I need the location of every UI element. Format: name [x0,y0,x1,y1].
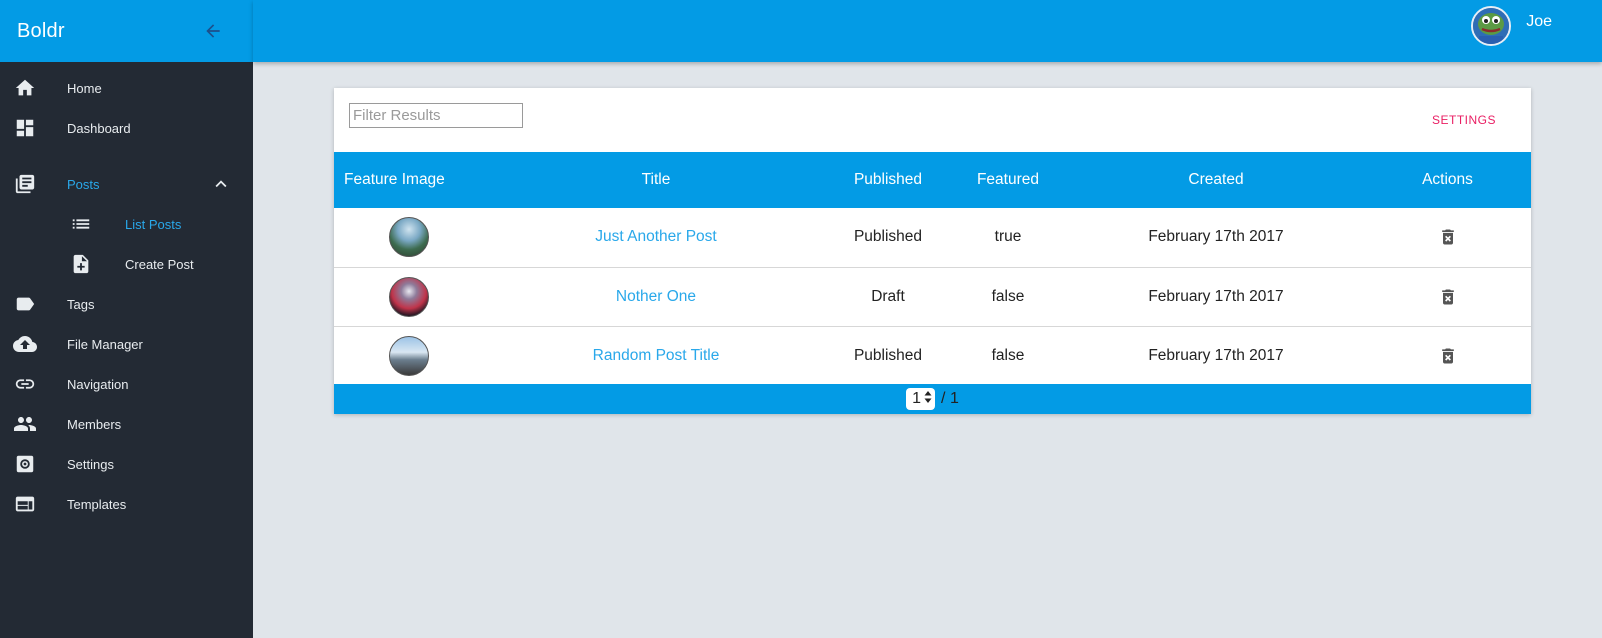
template-icon [13,492,37,516]
posts-table: Feature Image Title Published Featured C… [334,152,1531,386]
published-cell: Published [853,228,923,246]
posts-table-card: SETTINGS Feature Image Title Published F… [334,88,1531,414]
table-row[interactable]: Nother One Draft false February 17th 201… [334,267,1531,326]
column-header-actions: Actions [1422,171,1473,188]
sidebar-item-label: Members [67,416,122,432]
top-app-bar: Joe [253,0,1602,62]
table-header-row: Feature Image Title Published Featured C… [334,152,1531,208]
pagination-bar: 1 / 1 [334,384,1531,414]
actions-cell [1364,267,1531,326]
sidebar-item-home[interactable]: Home [0,68,253,108]
title-cell: Just Another Post [484,208,828,267]
tag-icon [13,292,37,316]
featured-cell: true [994,228,1022,246]
home-icon [13,76,37,100]
feature-image-cell [334,208,484,267]
page-select[interactable]: 1 [906,388,936,410]
page-select-value: 1 [912,390,922,407]
feature-image-thumbnail[interactable] [389,335,429,376]
sidebar-item-tags[interactable]: Tags [0,284,253,324]
title-cell: Nother One [484,267,828,326]
sidebar-item-label: Create Post [125,256,194,272]
sidebar-item-create-post[interactable]: Create Post [0,244,253,284]
settings-button[interactable]: SETTINGS [1427,108,1501,132]
cloud-upload-icon [13,332,37,356]
user-menu[interactable]: Joe [1471,6,1552,46]
sidebar-item-templates[interactable]: Templates [0,484,253,524]
post-title-link[interactable]: Random Post Title [593,347,720,364]
page-total: / 1 [941,390,959,407]
card-toolbar: SETTINGS [334,88,1531,152]
sidebar: Boldr Home Dashboard Posts List Posts Cr… [0,0,253,638]
spinner-arrows-icon [924,390,932,409]
avatar[interactable] [1471,6,1512,46]
table-row[interactable]: Random Post Title Published false Februa… [334,326,1531,385]
sidebar-item-file-manager[interactable]: File Manager [0,324,253,364]
sidebar-item-label: Navigation [67,376,129,392]
post-title-link[interactable]: Just Another Post [595,228,717,245]
sidebar-item-navigation[interactable]: Navigation [0,364,253,404]
people-icon [13,412,37,436]
delete-icon[interactable] [1437,286,1459,308]
post-title-link[interactable]: Nother One [616,288,696,305]
featured-cell: false [991,287,1025,305]
feature-image-cell [334,326,484,385]
sidebar-header: Boldr [0,0,253,62]
feature-image-thumbnail[interactable] [389,276,429,317]
title-cell: Random Post Title [484,326,828,385]
created-cell: February 17th 2017 [1148,228,1284,246]
feature-image-thumbnail[interactable] [389,217,429,258]
column-header-title[interactable]: Title [484,152,828,208]
featured-cell: false [991,346,1025,364]
link-icon [13,372,37,396]
sidebar-item-label: Templates [67,496,127,512]
sidebar-item-members[interactable]: Members [0,404,253,444]
sidebar-item-label: Dashboard [67,120,131,136]
delete-icon[interactable] [1437,226,1459,248]
sidebar-item-label: Posts [67,176,100,192]
sidebar-item-label: Tags [67,296,95,312]
sidebar-item-list-posts[interactable]: List Posts [0,204,253,244]
user-name[interactable]: Joe [1526,13,1552,31]
published-cell: Published [853,346,923,364]
posts-icon [13,172,37,196]
column-header-feature-image[interactable]: Feature Image [334,152,484,208]
sidebar-item-label: Home [67,80,102,96]
column-header-featured[interactable]: Featured [948,152,1068,208]
published-cell: Draft [871,287,905,305]
dashboard-icon [13,116,37,140]
create-post-icon [69,252,93,276]
created-cell: February 17th 2017 [1148,346,1284,364]
created-cell: February 17th 2017 [1148,287,1284,305]
sidebar-item-label: File Manager [67,336,143,352]
sidebar-nav: Home Dashboard Posts List Posts Create P… [0,62,253,524]
sidebar-item-label: List Posts [125,216,182,232]
list-icon [69,212,93,236]
filter-results-input[interactable] [349,103,523,128]
sidebar-item-posts[interactable]: Posts [0,164,253,204]
column-header-published[interactable]: Published [828,152,948,208]
column-header-created[interactable]: Created [1068,152,1364,208]
delete-icon[interactable] [1437,345,1459,367]
back-arrow-icon[interactable] [201,19,225,43]
sidebar-item-label: Settings [67,456,114,472]
actions-cell [1364,326,1531,385]
sidebar-item-settings[interactable]: Settings [0,444,253,484]
settings-icon [13,452,37,476]
chevron-up-icon[interactable] [209,172,233,196]
table-row[interactable]: Just Another Post Published true Februar… [334,208,1531,267]
sidebar-item-dashboard[interactable]: Dashboard [0,108,253,148]
brand-title: Boldr [17,19,65,42]
feature-image-cell [334,267,484,326]
actions-cell [1364,208,1531,267]
